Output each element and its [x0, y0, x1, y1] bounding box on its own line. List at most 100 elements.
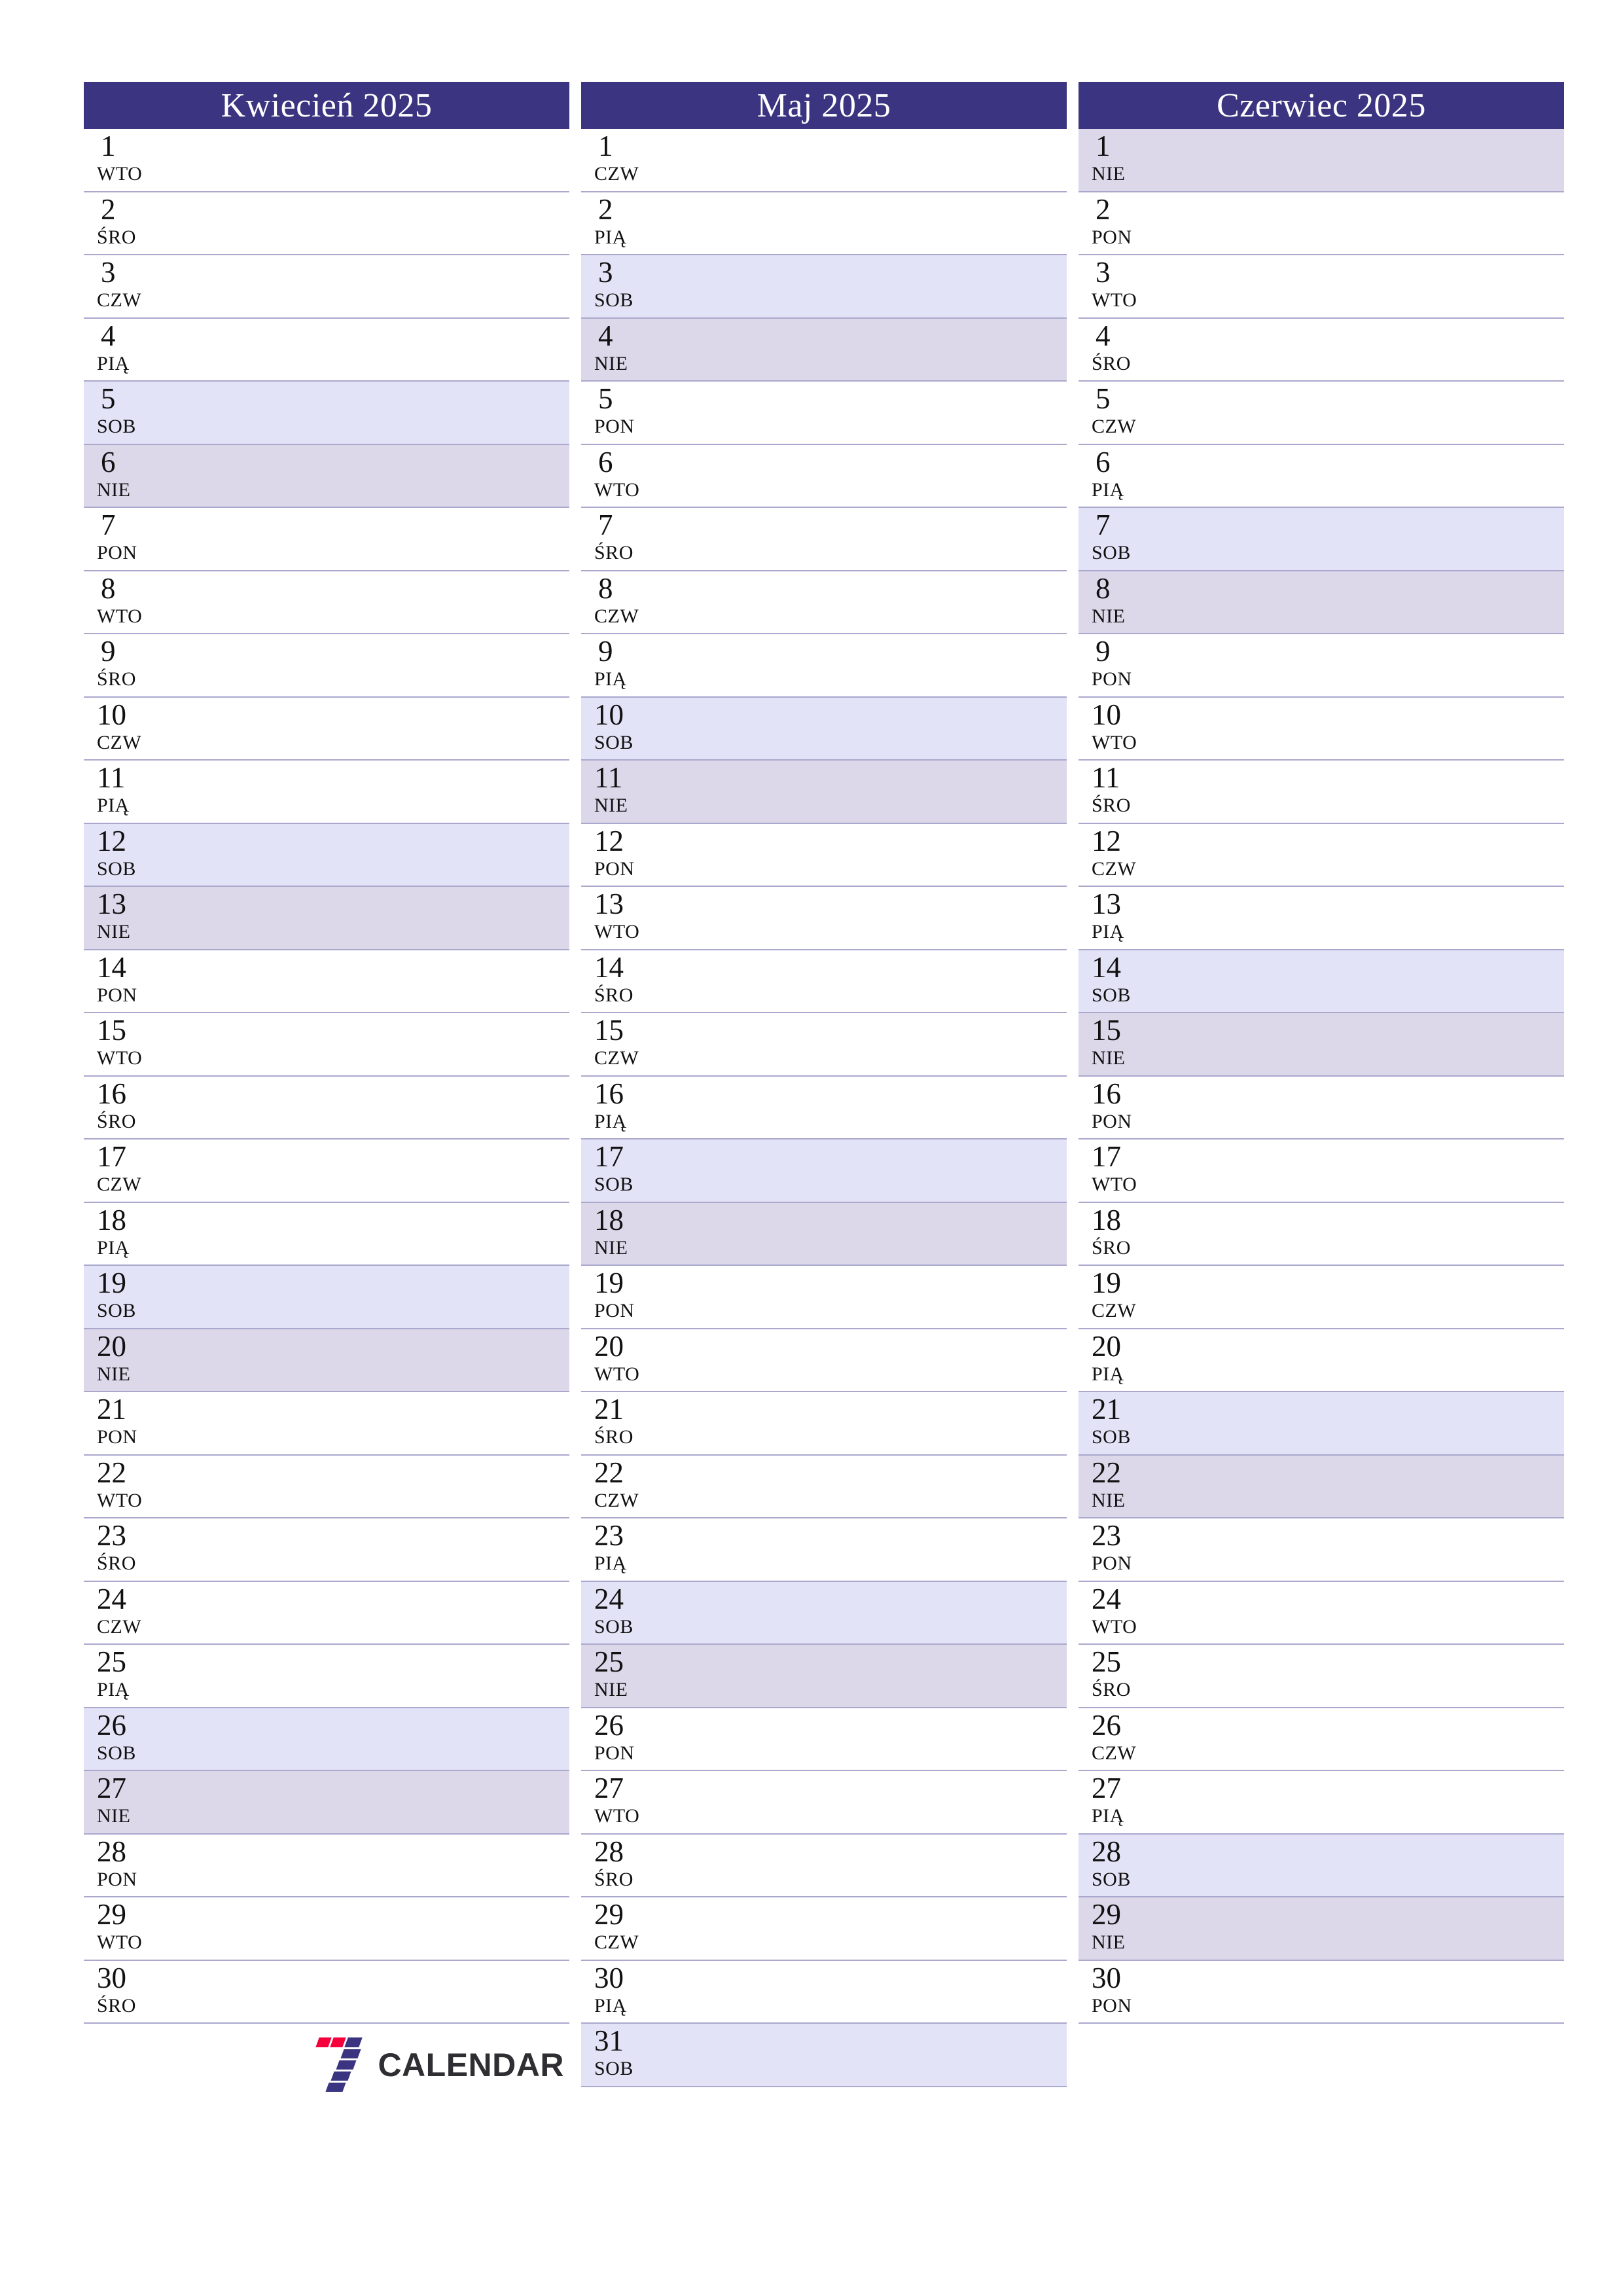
- day-row[interactable]: 3 CZW: [84, 255, 569, 319]
- day-row[interactable]: 16 PON: [1079, 1076, 1564, 1139]
- day-row[interactable]: 5 PON: [581, 382, 1067, 445]
- day-row[interactable]: 2 PON: [1079, 192, 1564, 255]
- day-row[interactable]: 20 WTO: [581, 1329, 1067, 1392]
- day-row[interactable]: 13 NIE: [84, 887, 569, 950]
- day-row[interactable]: 24 SOB: [581, 1581, 1067, 1645]
- day-row[interactable]: 30 PIĄ: [581, 1960, 1067, 2024]
- day-row[interactable]: 31 SOB: [581, 2024, 1067, 2087]
- day-row[interactable]: 12 PON: [581, 823, 1067, 887]
- day-row[interactable]: 6 PIĄ: [1079, 444, 1564, 508]
- day-row[interactable]: 10 SOB: [581, 697, 1067, 761]
- day-row[interactable]: 18 NIE: [581, 1202, 1067, 1266]
- day-row[interactable]: 19 SOB: [84, 1266, 569, 1329]
- day-row[interactable]: 26 SOB: [84, 1708, 569, 1771]
- day-row[interactable]: 3 SOB: [581, 255, 1067, 319]
- day-row[interactable]: 19 PON: [581, 1266, 1067, 1329]
- day-number: 28: [1092, 1835, 1121, 1868]
- day-row[interactable]: 13 WTO: [581, 887, 1067, 950]
- day-row[interactable]: 17 SOB: [581, 1139, 1067, 1203]
- day-row[interactable]: 16 PIĄ: [581, 1076, 1067, 1139]
- day-row[interactable]: 26 CZW: [1079, 1708, 1564, 1771]
- day-row[interactable]: 15 WTO: [84, 1013, 569, 1077]
- day-row[interactable]: 24 CZW: [84, 1581, 569, 1645]
- day-row[interactable]: 28 ŚRO: [581, 1834, 1067, 1897]
- day-row[interactable]: 22 NIE: [1079, 1455, 1564, 1518]
- day-row[interactable]: 13 PIĄ: [1079, 887, 1564, 950]
- day-weekday: SOB: [1092, 984, 1131, 1006]
- day-row[interactable]: 25 NIE: [581, 1645, 1067, 1708]
- day-row[interactable]: 5 SOB: [84, 382, 569, 445]
- day-row[interactable]: 23 ŚRO: [84, 1518, 569, 1582]
- day-row[interactable]: 19 CZW: [1079, 1266, 1564, 1329]
- day-row[interactable]: 18 PIĄ: [84, 1202, 569, 1266]
- day-row[interactable]: 4 ŚRO: [1079, 318, 1564, 382]
- day-row[interactable]: 23 PIĄ: [581, 1518, 1067, 1582]
- day-row[interactable]: 11 NIE: [581, 761, 1067, 824]
- day-row[interactable]: 16 ŚRO: [84, 1076, 569, 1139]
- day-number: 3: [1096, 256, 1111, 289]
- day-row[interactable]: 17 CZW: [84, 1139, 569, 1203]
- day-row[interactable]: 6 WTO: [581, 444, 1067, 508]
- day-row[interactable]: 23 PON: [1079, 1518, 1564, 1582]
- day-row[interactable]: 12 CZW: [1079, 823, 1564, 887]
- day-row[interactable]: 21 SOB: [1079, 1392, 1564, 1456]
- day-row[interactable]: 9 PON: [1079, 634, 1564, 698]
- day-row[interactable]: 14 ŚRO: [581, 950, 1067, 1013]
- day-row[interactable]: 1 CZW: [581, 129, 1067, 192]
- day-number: 18: [594, 1203, 624, 1236]
- day-row[interactable]: 4 PIĄ: [84, 318, 569, 382]
- day-row[interactable]: 18 ŚRO: [1079, 1202, 1564, 1266]
- day-row[interactable]: 30 ŚRO: [84, 1960, 569, 2024]
- day-row[interactable]: 25 PIĄ: [84, 1645, 569, 1708]
- day-row[interactable]: 3 WTO: [1079, 255, 1564, 319]
- day-row[interactable]: 27 WTO: [581, 1771, 1067, 1835]
- day-row[interactable]: 9 ŚRO: [84, 634, 569, 698]
- day-row[interactable]: 2 PIĄ: [581, 192, 1067, 255]
- day-row[interactable]: 26 PON: [581, 1708, 1067, 1771]
- day-row[interactable]: 20 PIĄ: [1079, 1329, 1564, 1392]
- day-row[interactable]: 5 CZW: [1079, 382, 1564, 445]
- day-row[interactable]: 30 PON: [1079, 1960, 1564, 2024]
- day-row[interactable]: 15 CZW: [581, 1013, 1067, 1077]
- day-row[interactable]: 17 WTO: [1079, 1139, 1564, 1203]
- day-row[interactable]: 11 PIĄ: [84, 761, 569, 824]
- day-row[interactable]: 12 SOB: [84, 823, 569, 887]
- day-row[interactable]: 14 SOB: [1079, 950, 1564, 1013]
- day-row[interactable]: 27 NIE: [84, 1771, 569, 1835]
- day-weekday: WTO: [594, 1805, 640, 1827]
- day-row[interactable]: 24 WTO: [1079, 1581, 1564, 1645]
- day-row[interactable]: 8 CZW: [581, 571, 1067, 634]
- day-row[interactable]: 7 PON: [84, 508, 569, 571]
- day-row[interactable]: 10 WTO: [1079, 697, 1564, 761]
- day-row[interactable]: 1 WTO: [84, 129, 569, 192]
- day-row[interactable]: 21 ŚRO: [581, 1392, 1067, 1456]
- day-row[interactable]: 4 NIE: [581, 318, 1067, 382]
- day-row[interactable]: 22 CZW: [581, 1455, 1067, 1518]
- day-weekday: CZW: [97, 1615, 142, 1638]
- day-row[interactable]: 21 PON: [84, 1392, 569, 1456]
- day-row[interactable]: 8 NIE: [1079, 571, 1564, 634]
- day-row[interactable]: 20 NIE: [84, 1329, 569, 1392]
- day-row[interactable]: 7 SOB: [1079, 508, 1564, 571]
- day-row[interactable]: 27 PIĄ: [1079, 1771, 1564, 1835]
- day-row[interactable]: 2 ŚRO: [84, 192, 569, 255]
- day-weekday: PON: [594, 857, 635, 880]
- day-row[interactable]: 22 WTO: [84, 1455, 569, 1518]
- day-row[interactable]: 14 PON: [84, 950, 569, 1013]
- day-row[interactable]: 10 CZW: [84, 697, 569, 761]
- day-row[interactable]: 8 WTO: [84, 571, 569, 634]
- day-row[interactable]: 11 ŚRO: [1079, 761, 1564, 824]
- day-row[interactable]: 28 SOB: [1079, 1834, 1564, 1897]
- day-number: 10: [97, 698, 126, 731]
- day-row[interactable]: 29 WTO: [84, 1897, 569, 1961]
- day-row[interactable]: 7 ŚRO: [581, 508, 1067, 571]
- day-row[interactable]: 25 ŚRO: [1079, 1645, 1564, 1708]
- day-row[interactable]: 15 NIE: [1079, 1013, 1564, 1077]
- day-row[interactable]: 29 CZW: [581, 1897, 1067, 1961]
- day-row[interactable]: 28 PON: [84, 1834, 569, 1897]
- day-row[interactable]: 29 NIE: [1079, 1897, 1564, 1961]
- day-row[interactable]: 1 NIE: [1079, 129, 1564, 192]
- day-row[interactable]: 9 PIĄ: [581, 634, 1067, 698]
- month-columns: Kwiecień 2025 1 WTO 2 ŚRO 3 CZW 4 PIĄ 5 SOB 6 NIE 7 PO…: [84, 82, 1564, 2296]
- day-row[interactable]: 6 NIE: [84, 444, 569, 508]
